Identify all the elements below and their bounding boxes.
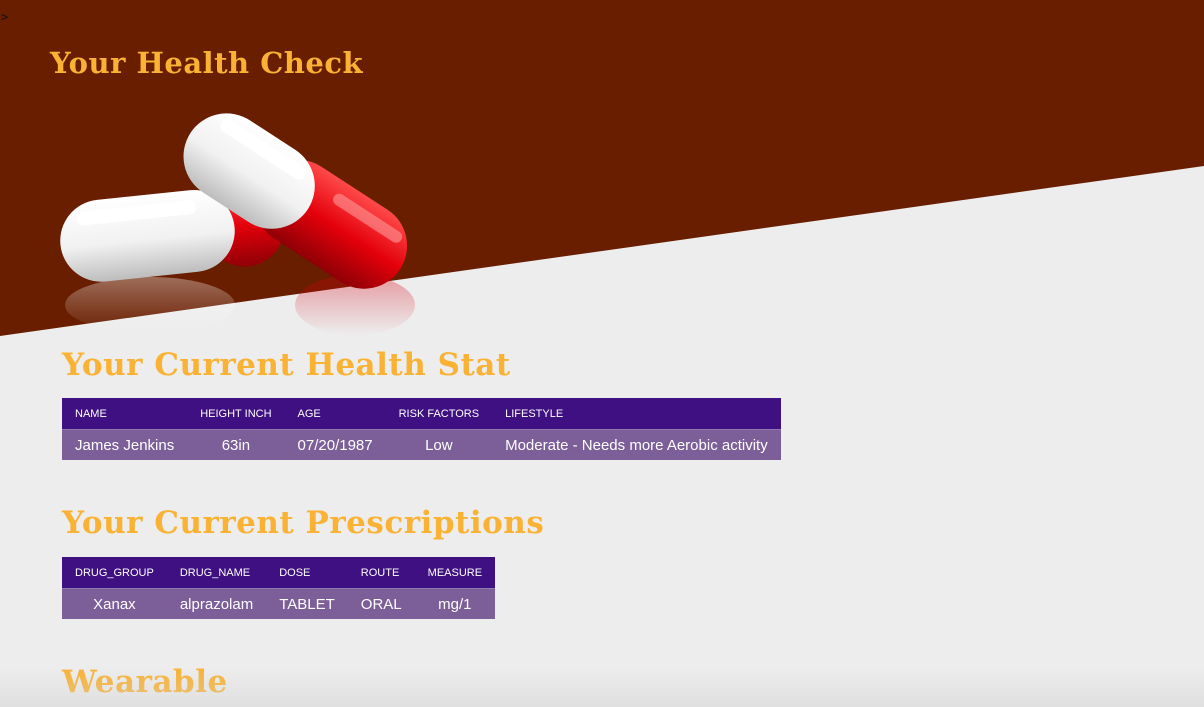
capsules-image bbox=[60, 113, 415, 335]
table-row: Xanax alprazolam TABLET ORAL mg/1 bbox=[62, 588, 496, 619]
prescriptions-title: Your Current Prescriptions bbox=[62, 505, 545, 541]
health-stat-title: Your Current Health Stat bbox=[62, 347, 511, 383]
cell-risk-factors: Low bbox=[385, 429, 493, 460]
column-header-age: AGE bbox=[284, 398, 386, 430]
table-header-row: NAME HEIGHT INCH AGE RISK FACTORS LIFEST… bbox=[62, 398, 781, 430]
caret-glyph: > bbox=[1, 10, 9, 24]
cell-route: ORAL bbox=[347, 588, 415, 619]
health-check-page: > Your Health Check Your Current Health … bbox=[0, 0, 1204, 707]
column-header-dose: DOSE bbox=[266, 557, 348, 589]
cell-drug-group: Xanax bbox=[62, 588, 167, 619]
cell-name: James Jenkins bbox=[62, 429, 188, 460]
column-header-route: ROUTE bbox=[347, 557, 415, 589]
cell-dose: TABLET bbox=[266, 588, 348, 619]
column-header-drug-name: DRUG_NAME bbox=[166, 557, 267, 589]
cell-lifestyle: Moderate - Needs more Aerobic activity bbox=[492, 429, 781, 460]
column-header-measure: MEASURE bbox=[414, 557, 496, 589]
cell-age: 07/20/1987 bbox=[284, 429, 386, 460]
column-header-lifestyle: LIFESTYLE bbox=[492, 398, 781, 430]
site-title: Your Health Check bbox=[50, 46, 364, 80]
prescriptions-table: DRUG_GROUP DRUG_NAME DOSE ROUTE MEASURE … bbox=[62, 557, 496, 619]
cell-height: 63in bbox=[187, 429, 285, 460]
column-header-risk-factors: RISK FACTORS bbox=[385, 398, 493, 430]
table-row: James Jenkins 63in 07/20/1987 Low Modera… bbox=[62, 429, 781, 460]
health-stat-table: NAME HEIGHT INCH AGE RISK FACTORS LIFEST… bbox=[62, 398, 781, 460]
wearable-title: Wearable bbox=[62, 664, 228, 700]
column-header-drug-group: DRUG_GROUP bbox=[62, 557, 167, 589]
cell-measure: mg/1 bbox=[414, 588, 496, 619]
column-header-height: HEIGHT INCH bbox=[187, 398, 285, 430]
cell-drug-name: alprazolam bbox=[166, 588, 267, 619]
table-header-row: DRUG_GROUP DRUG_NAME DOSE ROUTE MEASURE bbox=[62, 557, 496, 589]
column-header-name: NAME bbox=[62, 398, 188, 430]
